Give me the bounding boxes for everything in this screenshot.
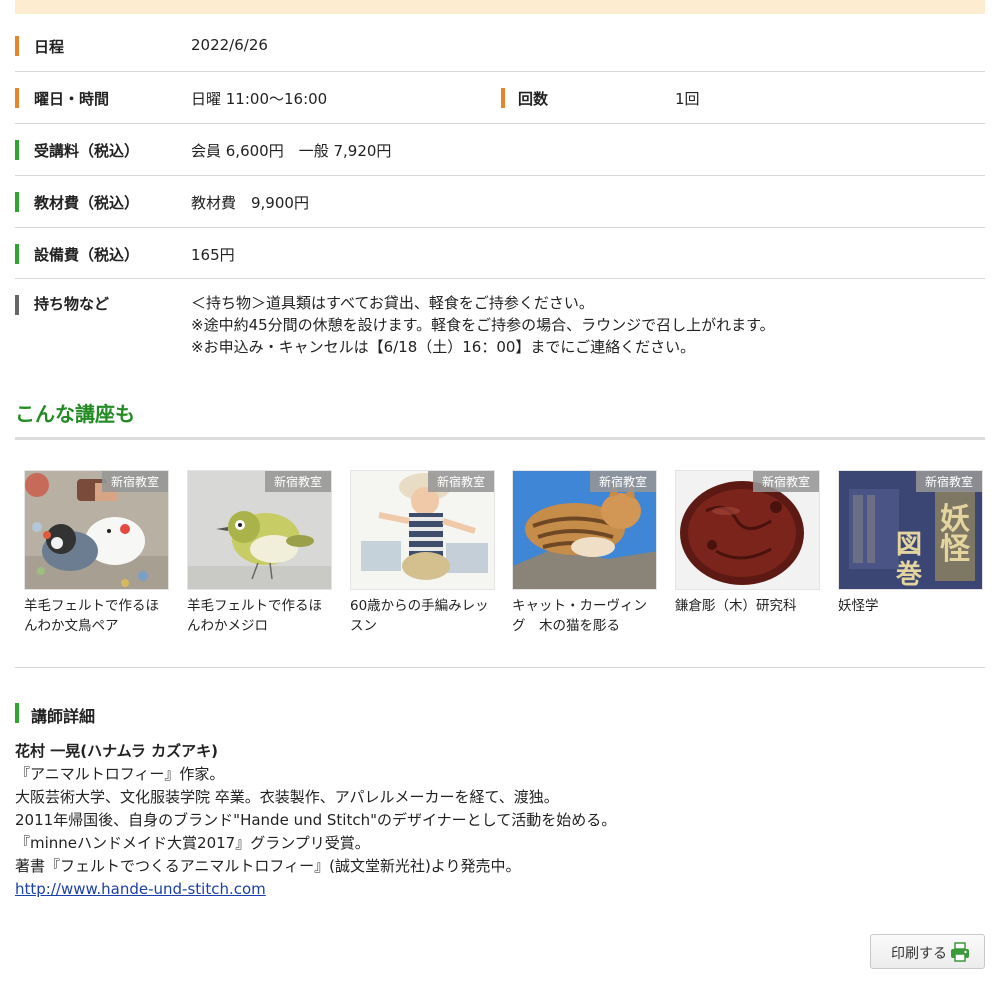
section-divider [15,667,985,668]
items-label: 持ち物など [34,295,110,313]
course-card[interactable]: 新宿教室 キャット・カーヴィング 木の猫を彫る [512,470,657,636]
course-title-link[interactable]: キャット・カーヴィング 木の猫を彫る [512,596,657,636]
fee-value: 会員 6,600円 一般 7,920円 [191,142,392,160]
items-notes: ＜持ち物＞道具類はすべてお貸出、軽食をご持参ください。 ※途中約45分間の休憩を… [191,292,775,358]
yokai-book-cover[interactable]: 妖 怪 図 巻 新宿教室 [838,470,983,590]
header-band [15,0,985,14]
location-badge: 新宿教室 [752,471,819,492]
felt-mejiro-photo[interactable]: 新宿教室 [187,470,332,590]
location-badge: 新宿教室 [589,471,656,492]
section-divider [15,437,985,440]
info-row-schedule: 日程 2022/6/26 [15,20,985,72]
location-badge: 新宿教室 [427,471,494,492]
row-marker [15,244,19,264]
count-value: 1回 [675,90,700,108]
row-marker [15,140,19,160]
kamakura-plate-photo[interactable]: 新宿教室 [675,470,820,590]
course-title-link[interactable]: 妖怪学 [838,596,983,616]
location-badge: 新宿教室 [264,471,331,492]
print-button[interactable]: 印刷する [870,934,985,969]
bio-line: 大阪芸術大学、文化服装学院 卒業。衣装製作、アパレルメーカーを経て、渡独。 [15,788,559,806]
related-courses-title: こんな講座も [15,402,135,426]
course-title-link[interactable]: 60歳からの手編みレッスン [350,596,495,636]
facility-value: 165円 [191,246,235,264]
bio-line: 著書『フェルトでつくるアニマルトロフィー』(誠文堂新光社)より発売中。 [15,857,521,875]
count-label: 回数 [518,90,549,108]
facility-label: 設備費（税込） [34,246,140,264]
fee-label: 受講料（税込） [34,142,140,160]
material-label: 教材費（税込） [34,194,140,212]
schedule-label: 日程 [34,38,65,56]
instructor-name: 花村 一晃(ハナムラ カズアキ) [15,742,218,760]
course-card[interactable]: 新宿教室 羊毛フェルトで作るほんわか文鳥ペア [24,470,169,636]
bio-line: 2011年帰国後、自身のブランド"Hande und Stitch"のデザイナー… [15,811,617,829]
info-row-facility: 設備費（税込） 165円 [15,228,985,279]
svg-text:図: 図 [896,530,922,560]
row-marker [501,88,505,108]
row-marker [15,295,19,315]
info-row-items: 持ち物など ＜持ち物＞道具類はすべてお貸出、軽食をご持参ください。 ※途中約45… [15,279,985,369]
info-row-day-time: 曜日・時間 日曜 11:00〜16:00 回数 1回 [15,72,985,124]
instructor-bio: 花村 一晃(ハナムラ カズアキ) 『アニマルトロフィー』作家。 大阪芸術大学、文… [15,740,985,901]
row-marker [15,36,19,56]
course-card[interactable]: 新宿教室 鎌倉彫（木）研究科 [675,470,820,616]
row-marker [15,88,19,108]
felt-bird-pair-photo[interactable]: 新宿教室 [24,470,169,590]
material-value: 教材費 9,900円 [191,194,309,212]
day-time-value: 日曜 11:00〜16:00 [191,90,328,108]
day-time-label: 曜日・時間 [34,90,110,108]
instructor-website-link[interactable]: http://www.hande-und-stitch.com [15,878,266,901]
svg-text:怪: 怪 [940,532,971,567]
row-marker [15,192,19,212]
instructor-heading-text: 講師詳細 [31,707,96,726]
location-badge: 新宿教室 [915,471,982,492]
bio-line: 『アニマルトロフィー』作家。 [15,765,225,783]
knitted-child-photo[interactable]: 新宿教室 [350,470,495,590]
heading-marker [15,703,19,723]
items-note: ＜持ち物＞道具類はすべてお貸出、軽食をご持参ください。 [191,294,594,312]
items-note: ※お申込み・キャンセルは【6/18（土）16：00】までにご連絡ください。 [191,338,696,356]
info-row-material: 教材費（税込） 教材費 9,900円 [15,176,985,228]
svg-text:巻: 巻 [895,560,922,590]
info-row-fee: 受講料（税込） 会員 6,600円 一般 7,920円 [15,124,985,176]
print-button-label: 印刷する [891,946,947,962]
printer-icon [949,941,971,967]
items-note: ※途中約45分間の休憩を設けます。軽食をご持参の場合、ラウンジで召し上がれます。 [191,316,775,334]
cat-carving-photo[interactable]: 新宿教室 [512,470,657,590]
course-title-link[interactable]: 羊毛フェルトで作るほんわか文鳥ペア [24,596,169,636]
course-card[interactable]: 妖 怪 図 巻 新宿教室 妖怪学 [838,470,983,616]
course-title-link[interactable]: 鎌倉彫（木）研究科 [675,596,820,616]
location-badge: 新宿教室 [101,471,168,492]
course-card[interactable]: 新宿教室 60歳からの手編みレッスン [350,470,495,636]
course-card[interactable]: 新宿教室 羊毛フェルトで作るほんわかメジロ [187,470,332,636]
schedule-value: 2022/6/26 [191,36,268,54]
course-title-link[interactable]: 羊毛フェルトで作るほんわかメジロ [187,596,332,636]
bio-line: 『minneハンドメイド大賞2017』グランプリ受賞。 [15,834,370,852]
